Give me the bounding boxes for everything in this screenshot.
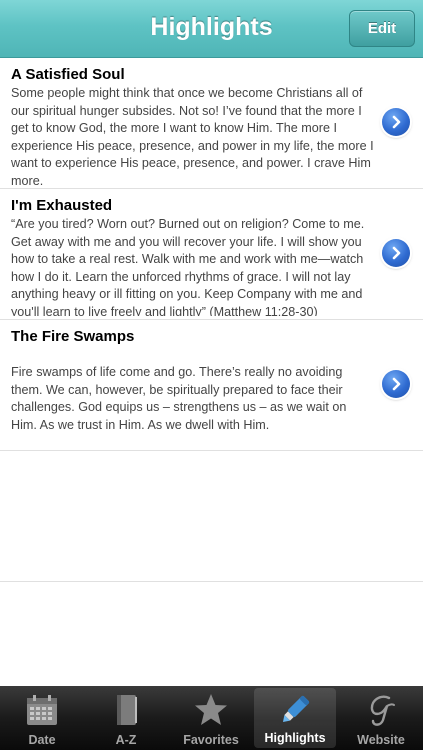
tab-bar: Date A-Z Favorites Highlights Website [0,686,423,750]
edit-button[interactable]: Edit [349,10,415,47]
disclosure-arrow-icon[interactable] [382,370,410,398]
list-item[interactable]: I'm Exhausted “Are you tired? Worn out? … [0,189,423,320]
calendar-icon [24,692,60,728]
highlighter-icon [277,692,313,728]
item-excerpt: Fire swamps of life come and go. There’s… [11,365,347,432]
highlights-list: A Satisfied Soul Some people might think… [0,58,423,582]
tab-label: Highlights [264,731,326,745]
tab-website[interactable]: Website [339,686,423,750]
empty-list-row [0,451,423,582]
star-icon [193,692,229,728]
item-excerpt: “Are you tired? Worn out? Burned out on … [11,217,365,316]
tab-date[interactable]: Date [0,686,84,750]
tab-label: A-Z [115,733,137,747]
tab-label: Date [28,733,56,747]
navigation-bar: Highlights Edit [0,0,423,58]
disclosure-arrow-icon[interactable] [382,239,410,267]
item-title: I'm Exhausted [11,197,113,214]
script-g-icon [363,692,399,728]
list-item[interactable]: The Fire Swamps Fire swamps of life come… [0,320,423,451]
book-icon [108,692,144,728]
tab-a-z[interactable]: A-Z [84,686,168,750]
tab-highlights[interactable]: Highlights [254,688,336,748]
item-title: The Fire Swamps [11,328,135,345]
list-item[interactable]: A Satisfied Soul Some people might think… [0,58,423,189]
disclosure-arrow-icon[interactable] [382,108,410,136]
tab-label: Favorites [183,733,239,747]
item-title: A Satisfied Soul [11,66,125,83]
item-excerpt: Some people might think that once we bec… [11,86,374,185]
tab-favorites[interactable]: Favorites [169,686,253,750]
tab-label: Website [357,733,405,747]
